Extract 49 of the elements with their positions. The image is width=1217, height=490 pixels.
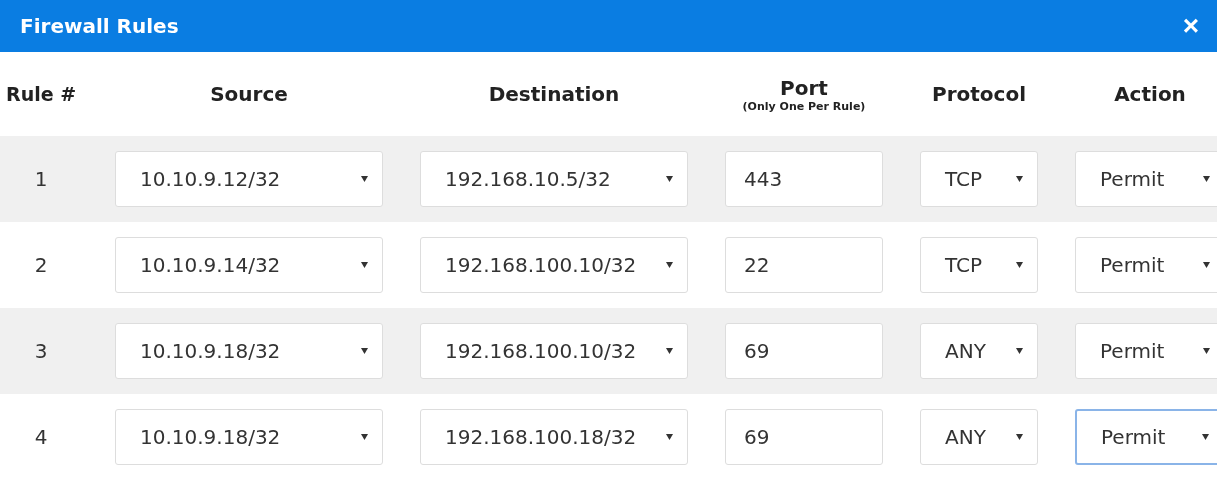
caret-icon <box>1203 176 1210 182</box>
port-field[interactable]: 443 <box>725 151 883 207</box>
column-header: Destination <box>487 82 621 106</box>
source-dropdown[interactable]: 10.10.9.18/32 <box>115 409 383 465</box>
protocol-dropdown[interactable]: TCP <box>920 237 1038 293</box>
caret-icon <box>666 348 673 354</box>
rule-number: 1 <box>33 167 49 191</box>
port-field[interactable]: 22 <box>725 237 883 293</box>
action-dropdown[interactable]: Permit <box>1075 151 1217 207</box>
window-title: Firewall Rules <box>20 14 179 38</box>
caret-icon <box>666 262 673 268</box>
column-header: Protocol <box>931 82 1027 106</box>
port-field[interactable]: 69 <box>725 409 883 465</box>
caret-icon <box>361 176 368 182</box>
caret-icon <box>1016 262 1023 268</box>
caret-icon <box>361 348 368 354</box>
protocol-dropdown[interactable]: ANY <box>920 323 1038 379</box>
destination-dropdown[interactable]: 192.168.10.5/32 <box>420 151 688 207</box>
source-dropdown[interactable]: 10.10.9.12/32 <box>115 151 383 207</box>
caret-icon <box>361 434 368 440</box>
caret-icon <box>1016 176 1023 182</box>
caret-icon <box>1202 434 1209 440</box>
protocol-dropdown[interactable]: TCP <box>920 151 1038 207</box>
rule-number: 4 <box>33 425 49 449</box>
port-field[interactable]: 69 <box>725 323 883 379</box>
source-dropdown[interactable]: 10.10.9.14/32 <box>115 237 383 293</box>
destination-dropdown[interactable]: 192.168.100.10/32 <box>420 323 688 379</box>
action-dropdown[interactable]: Permit <box>1075 409 1217 465</box>
column-header: Source <box>209 82 289 106</box>
caret-icon <box>361 262 368 268</box>
column-header: Port <box>780 75 828 100</box>
close-button[interactable]: × <box>1182 12 1199 40</box>
column-note: (Only One Per Rule) <box>742 99 866 113</box>
protocol-dropdown[interactable]: ANY <box>920 409 1038 465</box>
destination-dropdown[interactable]: 192.168.100.18/32 <box>420 409 688 465</box>
caret-icon <box>1203 262 1210 268</box>
action-dropdown[interactable]: Permit <box>1075 323 1217 379</box>
rule-number: 3 <box>33 339 49 363</box>
caret-icon <box>666 434 673 440</box>
caret-icon <box>666 176 673 182</box>
action-dropdown[interactable]: Permit <box>1075 237 1217 293</box>
caret-icon <box>1203 348 1210 354</box>
column-header: Rule # <box>5 83 78 105</box>
destination-dropdown[interactable]: 192.168.100.10/32 <box>420 237 688 293</box>
column-header: Action <box>1113 82 1187 106</box>
rule-number: 2 <box>33 253 49 277</box>
source-dropdown[interactable]: 10.10.9.18/32 <box>115 323 383 379</box>
caret-icon <box>1016 434 1023 440</box>
caret-icon <box>1016 348 1023 354</box>
